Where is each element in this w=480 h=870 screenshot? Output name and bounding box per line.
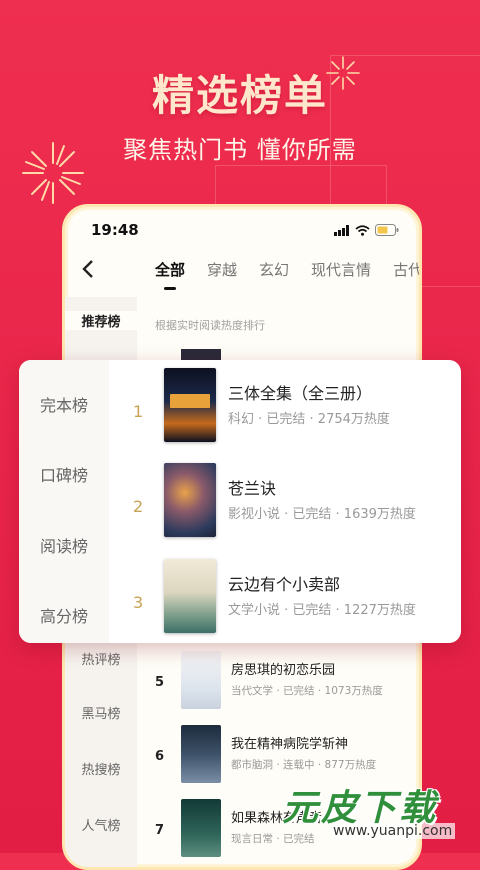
popup-book-item[interactable]: 3 云边有个小卖部 文学小说 · 已完结 · 1227万热度: [109, 559, 461, 649]
book-cover: [164, 368, 216, 442]
book-cover: [164, 463, 216, 537]
book-cover: [181, 725, 221, 783]
sidebar-item-popular[interactable]: 人气榜: [65, 815, 137, 834]
back-arrow-icon[interactable]: [81, 259, 95, 285]
status-icons: [334, 224, 399, 236]
battery-icon: [375, 224, 399, 236]
hero-title: 精选榜单: [151, 71, 328, 120]
status-time: 19:48: [91, 221, 139, 239]
book-cover: [181, 651, 221, 709]
rank-number: 7: [155, 823, 165, 838]
site-watermark: 元皮下载 www.yuanpi.com: [276, 775, 466, 847]
category-reputation[interactable]: 口碑榜: [19, 462, 109, 486]
popup-category-list: 完本榜 口碑榜 阅读榜 高分榜: [19, 360, 109, 643]
category-high-score[interactable]: 高分榜: [19, 603, 109, 627]
book-title: 我在精神病院学斩神: [231, 737, 349, 752]
status-bar: 19:48: [91, 221, 399, 241]
tab-fantasy[interactable]: 玄幻: [259, 259, 289, 280]
sidebar-item-hot-reviews[interactable]: 热评榜: [65, 649, 137, 668]
hero-subtitle: 聚焦热门书 懂你所需: [123, 136, 357, 164]
category-finished[interactable]: 完本榜: [19, 392, 109, 416]
book-title: 苍兰诀: [228, 479, 277, 498]
book-title: 房思琪的初恋乐园: [231, 663, 336, 678]
tab-time-travel[interactable]: 穿越: [207, 259, 237, 280]
book-meta: 文学小说 · 已完结 · 1227万热度: [228, 603, 416, 618]
book-meta: 科幻 · 已完结 · 2754万热度: [228, 412, 390, 427]
sidebar-item-recommended[interactable]: 推荐榜: [65, 311, 137, 330]
rank-number: 3: [133, 593, 144, 612]
tab-all[interactable]: 全部: [155, 259, 185, 290]
popup-book-item[interactable]: 2 苍兰诀 影视小说 · 已完结 · 1639万热度: [109, 463, 461, 553]
rank-number: 1: [133, 402, 144, 421]
list-item[interactable]: 5 房思琪的初恋乐园 当代文学 · 已完结 · 1073万热度: [137, 651, 419, 717]
book-cover: [164, 559, 216, 633]
ranking-hint: 根据实时阅读热度排行: [155, 319, 265, 332]
tab-ancient[interactable]: 古代: [393, 259, 419, 280]
rank-number: 5: [155, 675, 165, 690]
signal-icon: [334, 224, 349, 236]
book-meta: 当代文学 · 已完结 · 1073万热度: [231, 685, 383, 697]
book-cover: [181, 799, 221, 857]
rank-number: 2: [133, 497, 144, 516]
book-title: 三体全集（全三册）: [228, 384, 373, 403]
tab-modern-romance[interactable]: 现代言情: [311, 259, 371, 280]
sidebar-item-dark-horse[interactable]: 黑马榜: [65, 703, 137, 722]
book-title: 云边有个小卖部: [228, 575, 341, 594]
watermark-url: www.yuanpi.com: [330, 823, 456, 839]
book-meta: 都市脑洞 · 连载中 · 877万热度: [231, 759, 377, 771]
sidebar-item-hot-search[interactable]: 热搜榜: [65, 759, 137, 778]
book-meta: 影视小说 · 已完结 · 1639万热度: [228, 507, 416, 522]
ranking-popup-card: 完本榜 口碑榜 阅读榜 高分榜 1 三体全集（全三册） 科幻 · 已完结 · 2…: [19, 360, 461, 643]
popup-book-item[interactable]: 1 三体全集（全三册） 科幻 · 已完结 · 2754万热度: [109, 368, 461, 458]
wifi-icon: [355, 224, 370, 236]
category-tabs: 全部 穿越 玄幻 现代言情 古代: [155, 259, 419, 290]
category-reading[interactable]: 阅读榜: [19, 533, 109, 557]
rank-number: 6: [155, 749, 165, 764]
